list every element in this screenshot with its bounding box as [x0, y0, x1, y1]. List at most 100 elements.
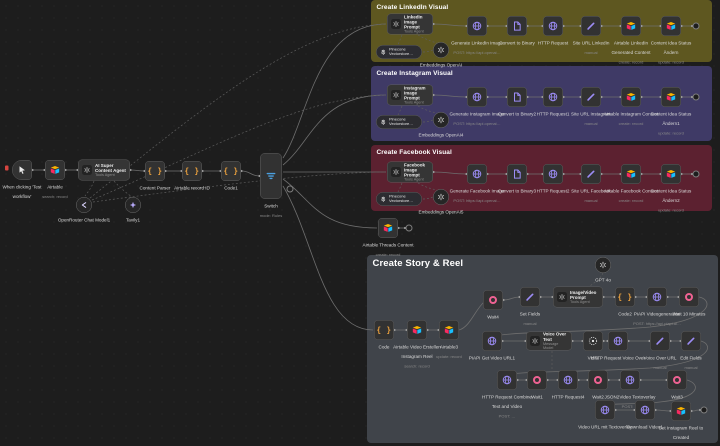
node-li_pine[interactable]: Pinecone Vectorstore… [376, 45, 422, 59]
node-title: Pinecone Vectorstore… [389, 118, 418, 127]
connection [423, 197, 433, 199]
node-st_voice[interactable]: Voice Over TextMessage Model [526, 332, 572, 351]
node-st_code2[interactable]: { } [615, 287, 635, 307]
openai-icon [391, 19, 401, 29]
node-ig_embed[interactable] [433, 112, 449, 128]
node-li_agent[interactable]: LinkedIn Image PromptTools Agent [387, 14, 433, 35]
node-th_end[interactable] [406, 225, 413, 232]
airtable-icon [412, 325, 422, 335]
node-ig_end[interactable] [693, 94, 700, 101]
code-icon: { } [223, 167, 238, 175]
node-st_reel[interactable] [671, 401, 691, 421]
node-title: LinkedIn Image PromptTools Agent [404, 14, 429, 33]
node-fb_air[interactable] [621, 164, 641, 184]
node-st_wait10[interactable] [679, 287, 699, 307]
node-st_set[interactable] [520, 287, 540, 307]
node-li_end[interactable] [693, 23, 700, 30]
node-ig_status[interactable] [661, 87, 681, 107]
node-st_http4[interactable] [558, 370, 578, 390]
globe-icon [600, 405, 610, 415]
node-st_wait2[interactable] [588, 370, 608, 390]
node-ig_url[interactable] [581, 87, 601, 107]
node-openrouter[interactable] [76, 197, 92, 213]
node-trigger[interactable] [12, 160, 32, 180]
node-st_gpt[interactable] [595, 257, 611, 273]
openai-icon [437, 46, 445, 54]
code-icon: { } [147, 167, 162, 175]
pinecone-icon [380, 196, 387, 203]
node-fb_conv[interactable] [507, 164, 527, 184]
node-li_http[interactable] [543, 16, 563, 36]
node-st_end[interactable] [701, 407, 708, 414]
node-ig_agent[interactable]: Instagram Image PromptTools Agent [387, 85, 433, 106]
globe-icon [563, 375, 573, 385]
workflow-canvas[interactable]: Create LinkedIn Visual Create Instagram … [0, 0, 720, 446]
node-st_wait4[interactable] [483, 290, 503, 310]
connection [589, 273, 603, 287]
node-st_vidra[interactable] [583, 331, 603, 351]
node-code_main[interactable]: { } [221, 161, 241, 181]
node-fb_agent[interactable]: Facebook Image PromptTools Agent [387, 162, 433, 183]
pinecone-icon [380, 49, 387, 56]
node-ig_air[interactable] [621, 87, 641, 107]
node-li_conv[interactable] [507, 16, 527, 36]
globe-icon [613, 336, 623, 346]
node-fb_status[interactable] [661, 164, 681, 184]
globe-icon [502, 375, 512, 385]
node-fb_gen[interactable] [467, 164, 487, 184]
globe-icon [472, 21, 482, 31]
node-st_edit[interactable] [681, 331, 701, 351]
node-st_dl[interactable] [635, 400, 655, 420]
node-st_json[interactable] [620, 370, 640, 390]
connection [283, 186, 373, 330]
node-agent_main[interactable]: AI Super Content AgentTools Agent [78, 160, 130, 181]
connection [85, 181, 94, 196]
file-icon [512, 21, 522, 31]
node-fb_end[interactable] [693, 171, 700, 178]
connection-layer [0, 0, 720, 446]
openai-icon [557, 292, 567, 302]
node-st_airvid[interactable] [407, 320, 427, 340]
node-fb_pine[interactable]: Pinecone Vectorstore… [376, 192, 422, 206]
connection [398, 183, 402, 192]
node-li_url[interactable] [581, 16, 601, 36]
node-li_status[interactable] [661, 16, 681, 36]
connection [434, 24, 467, 26]
node-st_comb[interactable] [497, 370, 517, 390]
pencil-icon [655, 336, 665, 346]
node-parser[interactable]: { } [145, 161, 165, 181]
node-st_httpvo[interactable] [608, 331, 628, 351]
node-st_vurl[interactable] [595, 400, 615, 420]
node-tavily[interactable] [125, 197, 141, 213]
node-recid[interactable]: { } [182, 161, 202, 181]
openrouter-icon [80, 201, 88, 209]
node-threads[interactable] [378, 218, 398, 238]
wait-icon [488, 295, 498, 305]
canvas-world: Create LinkedIn Visual Create Instagram … [0, 0, 720, 446]
node-st_vourl[interactable] [650, 331, 670, 351]
openai-icon [437, 193, 445, 201]
wait-icon [672, 375, 682, 385]
node-ig_http[interactable] [543, 87, 563, 107]
node-st_code[interactable]: { } [374, 320, 394, 340]
node-switch[interactable] [260, 153, 282, 199]
node-st_agent[interactable]: Image/Video PromptTools Agent [553, 287, 603, 308]
node-li_gen[interactable] [467, 16, 487, 36]
node-st_air3[interactable] [439, 320, 459, 340]
node-ig_pine[interactable]: Pinecone Vectorstore… [376, 115, 422, 129]
node-li_air[interactable] [621, 16, 641, 36]
node-ig_conv[interactable] [507, 87, 527, 107]
node-ig_gen[interactable] [467, 87, 487, 107]
code-icon: { } [184, 167, 199, 175]
node-air1[interactable] [45, 160, 65, 180]
node-sw_end[interactable] [287, 186, 294, 193]
node-st_wait3[interactable] [667, 370, 687, 390]
node-fb_http[interactable] [543, 164, 563, 184]
node-st_piapi[interactable] [647, 287, 667, 307]
node-fb_url[interactable] [581, 164, 601, 184]
execution-marker [5, 166, 9, 171]
node-st_getvid[interactable] [482, 331, 502, 351]
node-fb_embed[interactable] [433, 189, 449, 205]
node-st_wait1[interactable] [527, 370, 547, 390]
node-li_embed[interactable] [433, 42, 449, 58]
